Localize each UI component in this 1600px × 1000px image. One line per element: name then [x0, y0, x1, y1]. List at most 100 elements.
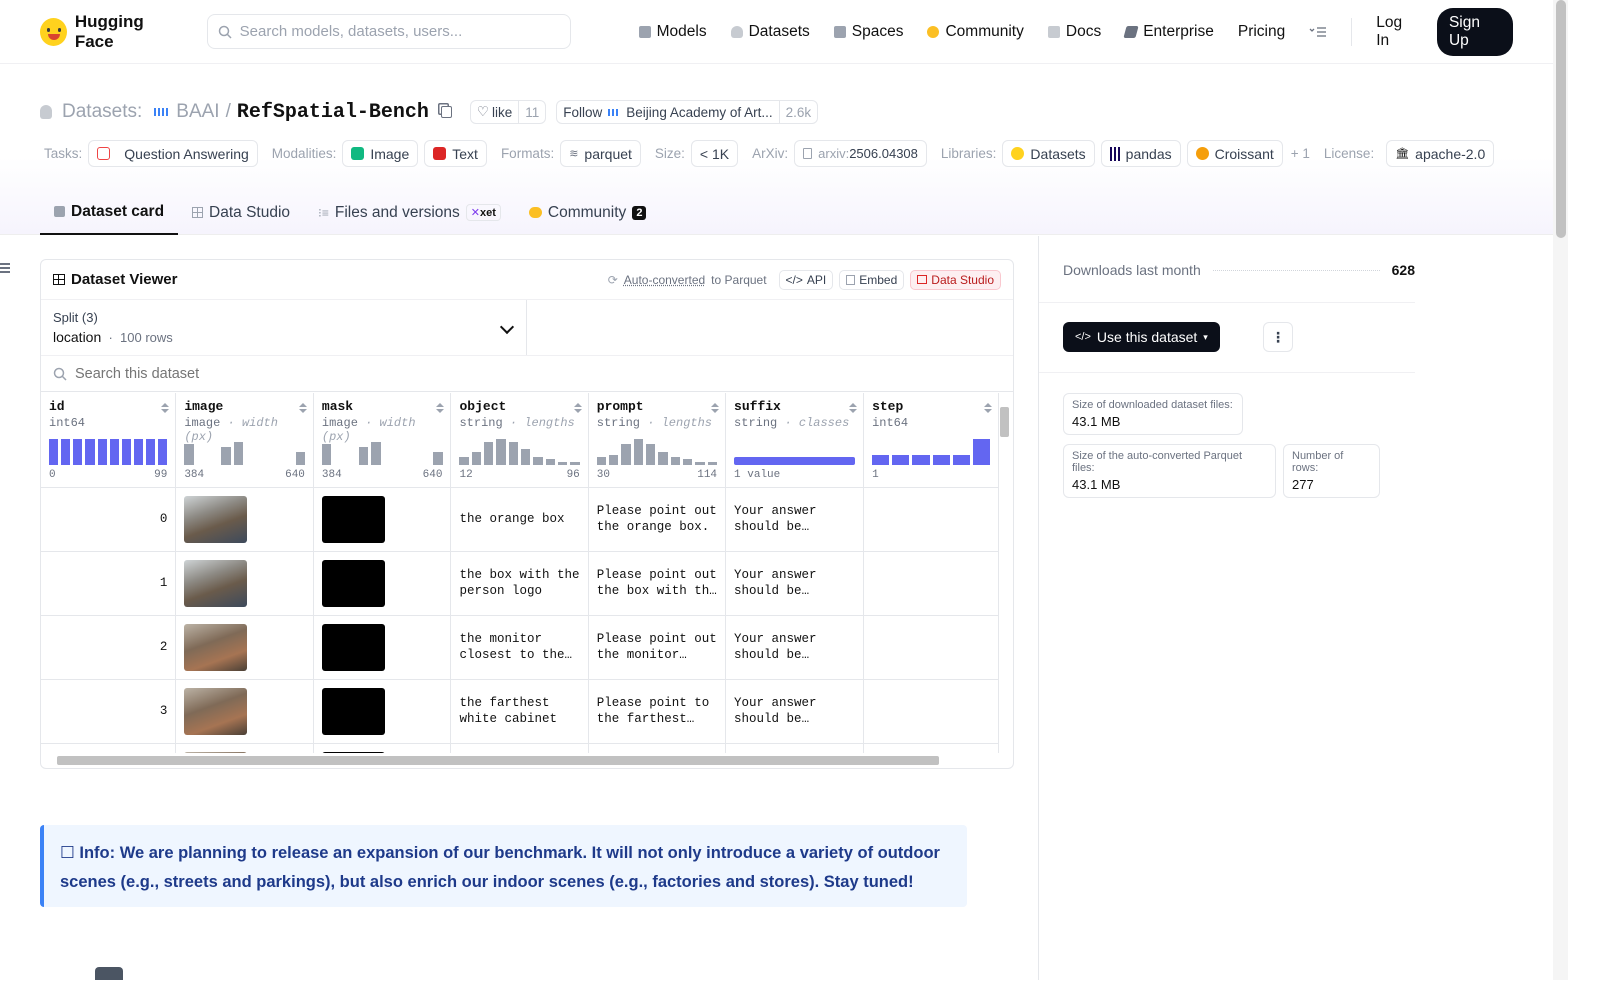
column-header-object[interactable]: object string · lengths 12 96 [450, 393, 589, 488]
split-selector[interactable]: Split (3) location · 100 rows [41, 300, 527, 355]
histogram-bar [646, 444, 656, 465]
histogram-bar [695, 462, 705, 465]
downloads-stat: Downloads last month 628 [1063, 262, 1415, 278]
page-scrollbar[interactable] [1553, 0, 1568, 980]
embed-button[interactable]: Embed [839, 269, 905, 290]
use-this-dataset-button[interactable]: </> Use this dataset ▾ [1063, 322, 1220, 352]
cell-image[interactable] [175, 551, 314, 616]
like-button[interactable]: ♡ like 11 [469, 100, 547, 124]
column-header-suffix[interactable]: suffix string · classes 1 value [725, 393, 865, 488]
image-thumbnail[interactable] [184, 687, 248, 735]
cell-mask[interactable] [313, 679, 452, 744]
nav-pricing[interactable]: Pricing [1238, 23, 1285, 41]
auto-converted-link[interactable]: Auto-converted [624, 273, 705, 287]
table-row[interactable] [41, 743, 999, 753]
histogram-bar [734, 457, 856, 465]
dataset-name[interactable]: RefSpatial-Bench [237, 101, 429, 124]
image-thumbnail[interactable] [184, 751, 248, 753]
sort-icon[interactable] [436, 403, 445, 413]
scroll-thumb[interactable] [1556, 0, 1566, 238]
table-row[interactable]: 1 the box with the person logo Please poin… [41, 551, 999, 616]
cell-mask[interactable] [313, 615, 452, 680]
tag-arxiv[interactable]: arxiv: 2506.04308 [794, 140, 927, 167]
mask-thumbnail[interactable] [321, 751, 385, 753]
tag-question-answering[interactable]: Question Answering [88, 140, 258, 167]
sort-icon[interactable] [711, 403, 720, 413]
tab-community[interactable]: Community 2 [515, 190, 661, 235]
image-thumbnail[interactable] [184, 559, 248, 607]
more-options-button[interactable]: ⋮ [1263, 322, 1293, 352]
sort-icon[interactable] [984, 403, 992, 413]
tag-text-modality[interactable]: Text [424, 140, 487, 167]
tab-data-studio[interactable]: Data Studio [178, 190, 304, 235]
sort-icon[interactable] [573, 403, 582, 413]
tag-parquet[interactable]: ≋ parquet [560, 140, 641, 167]
column-header-image[interactable]: image image · width (px) 384 640 [175, 393, 314, 488]
horizontal-scrollbar[interactable] [45, 754, 997, 766]
vertical-scrollbar[interactable] [1000, 395, 1009, 750]
login-link[interactable]: Log In [1376, 14, 1417, 50]
cell-mask[interactable] [313, 551, 452, 616]
column-histogram [49, 439, 168, 465]
use-dataset-label: Use this dataset [1096, 329, 1198, 345]
sort-icon[interactable] [161, 403, 170, 413]
mask-thumbnail[interactable] [321, 687, 385, 735]
signup-button[interactable]: Sign Up [1436, 7, 1513, 56]
table-row[interactable]: 2 the monitor closest to the windowPlease… [41, 615, 999, 680]
image-thumbnail[interactable] [184, 495, 248, 543]
viewer-actions: ⟳ Auto-converted to Parquet </> API Embed… [608, 269, 1001, 290]
table-row[interactable]: 0 the orange box Please point out the oran… [41, 487, 999, 552]
data-studio-button[interactable]: Data Studio [910, 269, 1001, 290]
dataset-search[interactable] [41, 356, 1013, 392]
cell-image[interactable] [175, 743, 314, 753]
global-search[interactable] [206, 14, 571, 49]
scroll-thumb[interactable] [57, 756, 939, 765]
dataset-search-input[interactable] [75, 365, 475, 382]
api-button[interactable]: </> API [778, 269, 834, 290]
section-label[interactable]: Datasets: [62, 101, 142, 123]
copy-icon[interactable] [440, 106, 452, 118]
cell-image[interactable] [175, 615, 314, 680]
sort-icon[interactable] [298, 403, 307, 413]
image-thumbnail[interactable] [184, 623, 248, 671]
cell-mask[interactable] [313, 743, 452, 753]
cell-image[interactable] [175, 487, 314, 552]
tab-dataset-card[interactable]: Dataset card [40, 190, 179, 235]
tag-image[interactable]: Image [342, 140, 419, 167]
sort-icon[interactable] [849, 403, 858, 413]
brand-logo[interactable]: Hugging Face [40, 12, 183, 52]
cell-image[interactable] [175, 679, 314, 744]
histogram-bar [61, 439, 71, 465]
nav-enterprise[interactable]: Enterprise [1123, 23, 1214, 41]
follow-label: Follow [563, 104, 603, 120]
nav-community[interactable]: Community [927, 23, 1024, 41]
org-link[interactable]: BAAI [176, 101, 219, 123]
column-header-prompt[interactable]: prompt string · lengths 30 114 [588, 393, 727, 488]
column-header-step[interactable]: step int64 1 [863, 393, 999, 488]
tag-croissant[interactable]: Croissant [1186, 140, 1283, 167]
mask-thumbnail[interactable] [321, 559, 385, 607]
follow-button[interactable]: Follow Beijing Academy of Art... 2.6k [556, 100, 819, 124]
nav-models[interactable]: Models [638, 23, 707, 41]
nav-spaces[interactable]: Spaces [833, 23, 903, 41]
path-separator: / [225, 101, 231, 122]
sidebar-toggle-icon[interactable] [0, 263, 10, 275]
tag-license[interactable]: 🏛 apache-2.0 [1386, 140, 1495, 167]
column-header-id[interactable]: id int64 0 99 [41, 393, 177, 488]
nav-more-menu[interactable] [1309, 26, 1327, 38]
table-row[interactable]: 3 the farthest white cabinet Please point … [41, 679, 999, 744]
chevron-down-icon: ▾ [1203, 331, 1208, 342]
mask-thumbnail[interactable] [321, 623, 385, 671]
nav-datasets[interactable]: Datasets [730, 23, 810, 41]
column-header-mask[interactable]: mask image · width (px) 384 640 [313, 393, 452, 488]
scroll-thumb[interactable] [1000, 407, 1009, 437]
nav-docs[interactable]: Docs [1047, 23, 1101, 41]
search-input[interactable] [239, 23, 560, 40]
libraries-more[interactable]: + 1 [1291, 146, 1310, 161]
cell-mask[interactable] [313, 487, 452, 552]
tag-pandas[interactable]: pandas [1100, 140, 1181, 167]
tab-files-and-versions[interactable]: ⁝≡ Files and versions ✕xet [304, 190, 515, 235]
mask-thumbnail[interactable] [321, 495, 385, 543]
tag-datasets-lib[interactable]: Datasets [1002, 140, 1095, 167]
tag-size[interactable]: < 1K [690, 140, 739, 167]
